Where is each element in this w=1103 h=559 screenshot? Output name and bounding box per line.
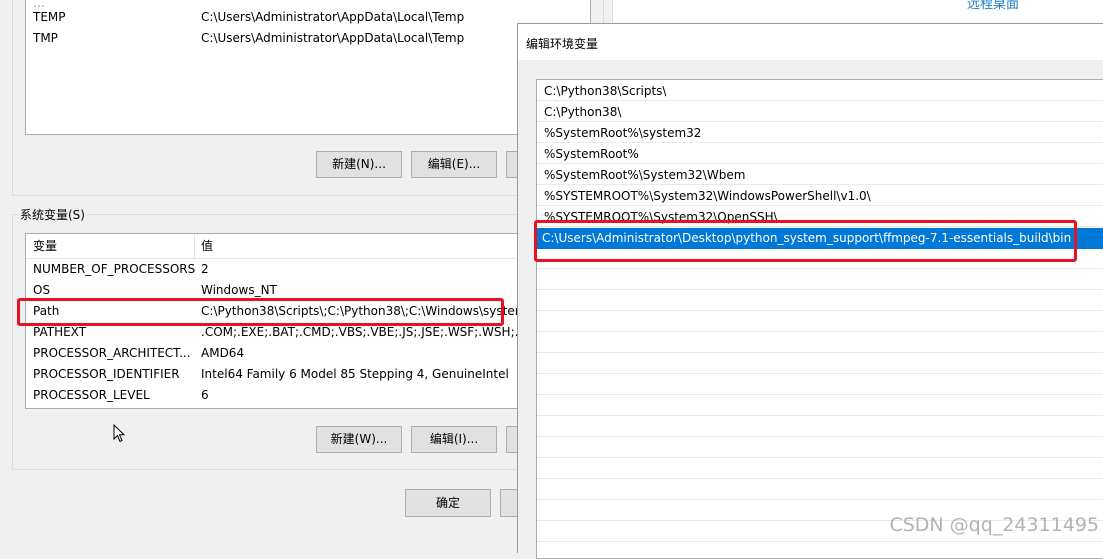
variable-value: 2 [201, 262, 209, 276]
edit-environment-variable-dialog: 编辑环境变量 C:\Python38\Scripts\ C:\Python38\… [517, 23, 1103, 559]
table-header: 变量 值 [26, 234, 590, 259]
table-row[interactable]: TMP C:\Users\Administrator\AppData\Local… [26, 28, 590, 49]
list-item[interactable]: C:\Python38\Scripts\ [537, 81, 1103, 102]
list-item[interactable]: %SystemRoot% [537, 144, 1103, 165]
ok-button[interactable]: 确定 [405, 489, 491, 517]
path-row-highlight [17, 298, 504, 326]
new-entry-highlight [534, 220, 1077, 262]
variable-value: C:\Users\Administrator\AppData\Local\Tem… [201, 10, 465, 24]
table-row[interactable]: NUMBER_OF_PROCESSORS 2 [26, 259, 590, 280]
user-new-button[interactable]: 新建(N)... [316, 151, 402, 178]
variable-value: C:\Users\Administrator\AppData\Local\Tem… [201, 31, 465, 45]
column-header-name[interactable]: 变量 [33, 234, 57, 258]
variable-name: TEMP [33, 10, 66, 24]
table-row[interactable]: PROCESSOR_LEVEL 6 [26, 385, 590, 406]
column-divider[interactable] [194, 234, 195, 258]
variable-name: PROCESSOR_ARCHITECT... [33, 346, 191, 360]
system-variables-label: 系统变量(S) [18, 208, 87, 222]
list-item[interactable]: %SystemRoot%\System32\Wbem [537, 165, 1103, 186]
column-header-value[interactable]: 值 [201, 234, 213, 258]
user-edit-button[interactable]: 编辑(E)... [411, 151, 497, 178]
variable-value: 6 [201, 388, 209, 402]
dialog-title: 编辑环境变量 [526, 37, 599, 51]
variable-name: PROCESSOR_IDENTIFIER [33, 367, 180, 381]
system-new-button[interactable]: 新建(W)... [316, 426, 402, 453]
variable-name: PROCESSOR_LEVEL [33, 388, 150, 402]
list-item[interactable]: %SYSTEMROOT%\System32\WindowsPowerShell\… [537, 186, 1103, 207]
table-row[interactable]: TEMP C:\Users\Administrator\AppData\Loca… [26, 7, 590, 28]
list-item[interactable]: C:\Python38\ [537, 102, 1103, 123]
list-item[interactable]: %SystemRoot%\system32 [537, 123, 1103, 144]
user-variables-list[interactable]: … TEMP C:\Users\Administrator\AppData\Lo… [25, 0, 591, 135]
mouse-cursor-icon [113, 424, 126, 443]
variable-name: TMP [33, 31, 58, 45]
system-edit-button[interactable]: 编辑(I)... [411, 426, 497, 453]
dialog-title-bar[interactable]: 编辑环境变量 [518, 24, 1103, 60]
remote-desktop-link[interactable]: 远程桌面 [967, 0, 1019, 12]
variable-value: AMD64 [201, 346, 245, 360]
variable-name: NUMBER_OF_PROCESSORS [33, 262, 195, 276]
path-entries-list[interactable]: C:\Python38\Scripts\ C:\Python38\ %Syste… [536, 79, 1103, 559]
watermark: CSDN @qq_24311495 [889, 514, 1099, 536]
table-row[interactable]: PROCESSOR_ARCHITECT... AMD64 [26, 343, 590, 364]
variable-value: Intel64 Family 6 Model 85 Stepping 4, Ge… [201, 367, 509, 381]
table-row[interactable]: PROCESSOR_IDENTIFIER Intel64 Family 6 Mo… [26, 364, 590, 385]
